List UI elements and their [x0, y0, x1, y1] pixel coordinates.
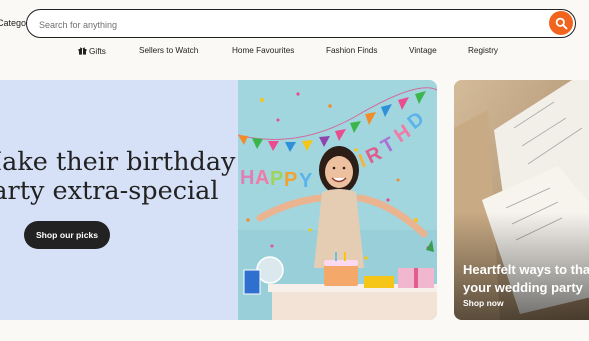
gift-icon [78, 47, 87, 55]
nav-label-home-favourites[interactable]: Home Favourites [232, 46, 294, 55]
hero-headline: Make their birthday party extra-special [0, 148, 246, 206]
category-nav: Gifts Sellers to Watch Home Favourites F… [0, 46, 589, 58]
birthday-party-photo: H A P P Y B I R T H D [238, 80, 437, 320]
search-input[interactable] [37, 14, 541, 35]
wedding-card-title-line2: your wedding party [463, 280, 583, 295]
nav-item-vintage[interactable]: Vintage [409, 46, 437, 55]
nav-label-sellers-to-watch[interactable]: Sellers to Watch [139, 46, 198, 55]
nav-item-sellers-to-watch[interactable]: Sellers to Watch [139, 46, 198, 55]
nav-item-gifts[interactable]: Gifts [78, 46, 106, 56]
hero-headline-line1: Make their birthday [0, 147, 236, 177]
wedding-card-title: Heartfelt ways to thank your wedding par… [463, 261, 589, 297]
nav-item-registry[interactable]: Registry [468, 46, 498, 55]
shop-our-picks-button[interactable]: Shop our picks [24, 221, 110, 249]
svg-text:Y: Y [299, 170, 313, 192]
search-button[interactable] [549, 11, 573, 35]
hero-photo: H A P P Y B I R T H D [238, 80, 437, 320]
svg-text:P: P [284, 169, 297, 191]
nav-item-home-favourites[interactable]: Home Favourites [232, 46, 294, 55]
shop-now-link[interactable]: Shop now [463, 298, 504, 308]
wedding-party-card[interactable]: Heartfelt ways to thank your wedding par… [454, 80, 589, 320]
nav-label-registry[interactable]: Registry [468, 46, 498, 55]
hero-headline-line2: party extra-special [0, 176, 219, 206]
search-bar[interactable] [26, 9, 576, 38]
nav-label-fashion-finds[interactable]: Fashion Finds [326, 46, 377, 55]
nav-item-fashion-finds[interactable]: Fashion Finds [326, 46, 377, 55]
svg-text:A: A [255, 167, 269, 189]
hero-banner[interactable]: Make their birthday party extra-special … [0, 80, 437, 320]
wedding-card-title-line1: Heartfelt ways to thank [463, 262, 589, 277]
nav-label-vintage[interactable]: Vintage [409, 46, 437, 55]
svg-text:H: H [240, 167, 254, 189]
nav-label-gifts[interactable]: Gifts [89, 47, 106, 56]
search-icon [555, 17, 567, 29]
svg-text:P: P [270, 168, 283, 190]
